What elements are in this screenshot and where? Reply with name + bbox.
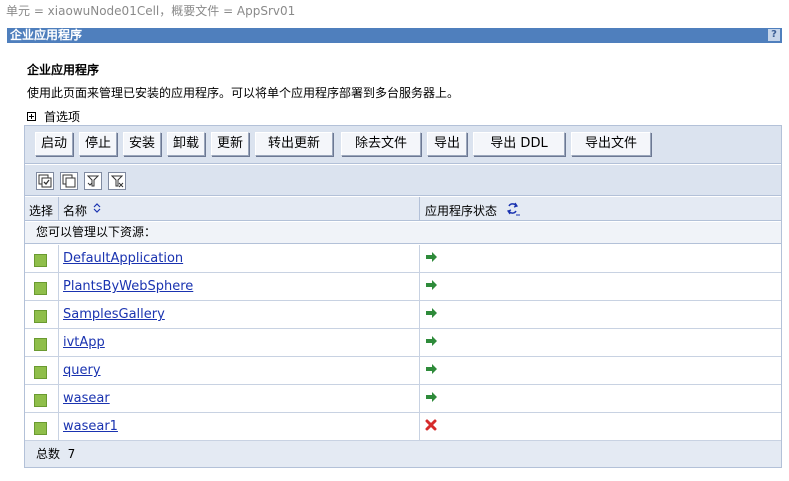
started-arrow-icon <box>425 251 439 266</box>
row-checkbox[interactable] <box>34 310 47 323</box>
row-checkbox[interactable] <box>34 254 47 267</box>
table-row: query <box>25 357 781 385</box>
app-link[interactable]: wasear <box>63 391 110 406</box>
update-button[interactable]: 更新 <box>211 132 249 156</box>
app-link[interactable]: PlantsByWebSphere <box>63 279 193 294</box>
portlet-title: 企业应用程序 <box>10 28 83 42</box>
started-arrow-icon <box>425 335 439 350</box>
row-checkbox[interactable] <box>34 422 47 435</box>
icon-toolbar <box>25 165 781 196</box>
start-button[interactable]: 启动 <box>35 132 73 156</box>
app-link[interactable]: SamplesGallery <box>63 307 165 322</box>
preferences-toggle[interactable]: 首选项 <box>27 108 80 125</box>
table-row: DefaultApplication <box>25 245 781 273</box>
column-divider <box>58 245 59 273</box>
app-link[interactable]: ivtApp <box>63 335 105 350</box>
column-divider <box>58 357 59 385</box>
show-filter-icon[interactable] <box>84 172 102 190</box>
page-description: 使用此页面来管理已安装的应用程序。可以将单个应用程序部署到多台服务器上。 <box>27 86 460 100</box>
export-ddl-button[interactable]: 导出 DDL <box>473 132 565 156</box>
column-divider <box>419 357 420 385</box>
sort-icon[interactable] <box>93 202 101 217</box>
app-link[interactable]: query <box>63 363 101 378</box>
row-checkbox[interactable] <box>34 282 47 295</box>
column-divider <box>419 413 420 441</box>
started-arrow-icon <box>425 307 439 322</box>
uninstall-button[interactable]: 卸载 <box>167 132 205 156</box>
collection-panel: 启动 停止 安装 卸载 更新 转出更新 除去文件 导出 导出 DDL 导出文件 … <box>24 125 782 468</box>
column-divider <box>58 329 59 357</box>
name-column-header[interactable]: 名称 <box>63 202 87 219</box>
column-divider <box>58 385 59 413</box>
expand-icon <box>27 112 36 121</box>
row-checkbox[interactable] <box>34 338 47 351</box>
portlet-title-bar: 企业应用程序 ? <box>7 28 782 43</box>
table-row: wasear <box>25 385 781 413</box>
stopped-x-icon <box>425 419 437 434</box>
page-title: 企业应用程序 <box>27 63 100 77</box>
column-divider <box>58 197 59 221</box>
column-divider <box>58 301 59 329</box>
column-divider <box>419 245 420 273</box>
refresh-status-icon[interactable] <box>505 202 521 219</box>
table-row: PlantsByWebSphere <box>25 273 781 301</box>
column-divider <box>419 197 420 221</box>
clear-filter-icon[interactable] <box>108 172 126 190</box>
column-divider <box>419 329 420 357</box>
help-icon[interactable]: ? <box>768 29 780 41</box>
status-column-header: 应用程序状态 <box>425 204 498 218</box>
table-header: 选择 名称 应用程序状态 <box>25 197 781 221</box>
app-link[interactable]: DefaultApplication <box>63 251 183 266</box>
select-column-header: 选择 <box>29 204 54 218</box>
select-all-icon[interactable] <box>36 172 54 190</box>
row-checkbox[interactable] <box>34 366 47 379</box>
install-button[interactable]: 安装 <box>123 132 161 156</box>
column-divider <box>419 385 420 413</box>
deselect-all-icon[interactable] <box>60 172 78 190</box>
remove-file-button[interactable]: 除去文件 <box>341 132 421 156</box>
column-divider <box>419 301 420 329</box>
row-checkbox[interactable] <box>34 394 47 407</box>
scope-text: 单元 = xiaowuNode01Cell，概要文件 = AppSrv01 <box>6 4 296 18</box>
total-label: 总数 <box>36 447 61 461</box>
column-divider <box>58 413 59 441</box>
table-row: wasear1 <box>25 413 781 441</box>
app-link[interactable]: wasear1 <box>63 419 118 434</box>
resources-label: 您可以管理以下资源： <box>25 222 781 244</box>
started-arrow-icon <box>425 391 439 406</box>
button-bar: 启动 停止 安装 卸载 更新 转出更新 除去文件 导出 导出 DDL 导出文件 <box>25 126 781 164</box>
export-file-button[interactable]: 导出文件 <box>571 132 651 156</box>
table-row: SamplesGallery <box>25 301 781 329</box>
rollout-update-button[interactable]: 转出更新 <box>255 132 333 156</box>
table-row: ivtApp <box>25 329 781 357</box>
started-arrow-icon <box>425 363 439 378</box>
export-button[interactable]: 导出 <box>427 132 467 156</box>
total-count: 7 <box>67 447 76 461</box>
column-divider <box>58 273 59 301</box>
preferences-label: 首选项 <box>44 110 81 124</box>
column-divider <box>419 273 420 301</box>
started-arrow-icon <box>425 279 439 294</box>
stop-button[interactable]: 停止 <box>79 132 117 156</box>
total-row: 总数 7 <box>25 441 781 467</box>
